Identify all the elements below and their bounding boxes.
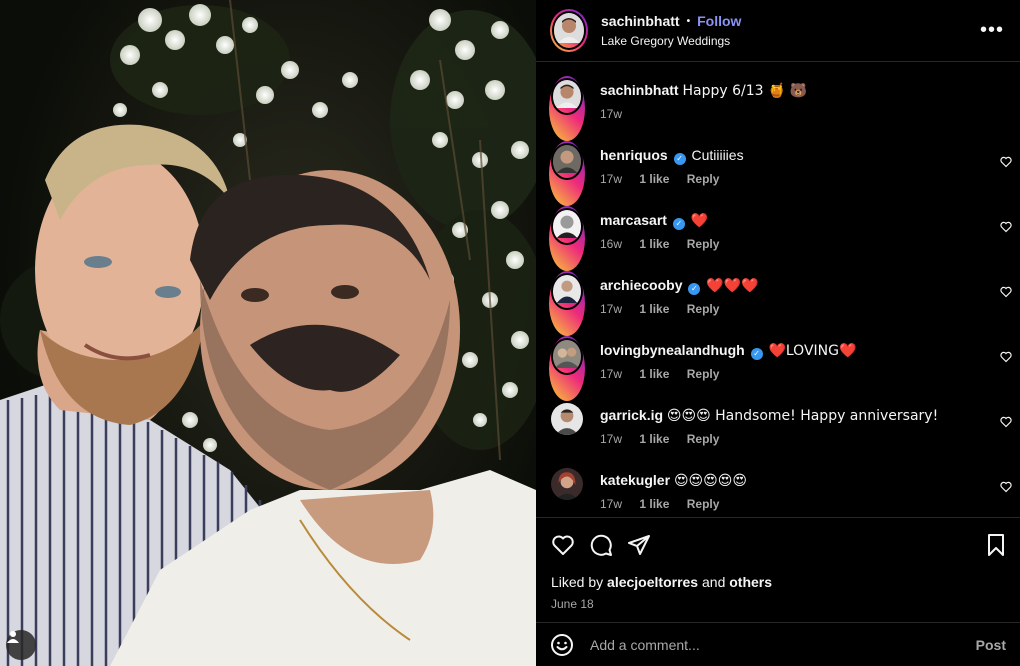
verified-badge-icon: ✓ xyxy=(750,348,763,360)
verified-badge-icon: ✓ xyxy=(673,153,686,165)
post-comment-button[interactable]: Post xyxy=(976,637,1006,653)
caption-avatar[interactable] xyxy=(549,76,585,141)
reply-button[interactable]: Reply xyxy=(687,302,720,316)
caption-text: Happy 6/13 🍯 🐻 xyxy=(682,83,808,99)
like-comment-heart-icon[interactable] xyxy=(1000,221,1012,233)
like-comment-heart-icon[interactable] xyxy=(1000,351,1012,363)
photo-illustration xyxy=(0,0,536,666)
separator-dot: • xyxy=(686,15,691,27)
comment-item: katekugler 😍😍😍😍😍 17w 1 like Reply xyxy=(536,466,1020,517)
reply-button[interactable]: Reply xyxy=(687,432,720,446)
comment-input[interactable] xyxy=(590,636,976,653)
avatar-image xyxy=(553,340,581,368)
like-comment-heart-icon[interactable] xyxy=(1000,481,1012,493)
comment-text: ❤️LOVING❤️ xyxy=(768,343,857,359)
follow-button[interactable]: Follow xyxy=(697,13,741,29)
comment-avatar[interactable] xyxy=(549,271,585,336)
like-comment-heart-icon[interactable] xyxy=(1000,286,1012,298)
add-comment-bar: Post xyxy=(536,622,1020,666)
comment-text: ❤️❤️❤️ xyxy=(706,278,759,294)
comment-item: henriquos ✓ Cutiiiiies 17w 1 like Reply xyxy=(536,141,1020,206)
reply-button[interactable]: Reply xyxy=(687,172,720,186)
comment-item: marcasart ✓ ❤️ 16w 1 like Reply xyxy=(536,206,1020,271)
comment-avatar[interactable] xyxy=(549,141,585,206)
save-bookmark-icon[interactable] xyxy=(984,533,1008,557)
avatar-image xyxy=(553,275,581,303)
emoji-picker-icon[interactable] xyxy=(550,633,574,657)
like-comment-heart-icon[interactable] xyxy=(1000,416,1012,428)
like-comment-heart-icon[interactable] xyxy=(1000,156,1012,168)
comment-avatar[interactable] xyxy=(549,336,585,401)
person-icon xyxy=(7,631,19,643)
avatar-image xyxy=(551,403,583,435)
avatar-image xyxy=(553,145,581,173)
post-photo[interactable] xyxy=(0,0,536,666)
avatar-image xyxy=(553,80,581,108)
comment-avatar[interactable] xyxy=(551,468,583,500)
liked-by-summary: Liked by alecjoeltorres and others xyxy=(551,574,1008,590)
avatar-image xyxy=(554,13,584,43)
reply-button[interactable]: Reply xyxy=(687,497,720,511)
comment-likes[interactable]: 1 like xyxy=(639,497,669,511)
comment-likes[interactable]: 1 like xyxy=(639,172,669,186)
post-location[interactable]: Lake Gregory Weddings xyxy=(601,34,980,48)
comment-text: Cutiiiiies xyxy=(691,147,744,163)
tagged-users-button[interactable] xyxy=(6,630,36,660)
reply-button[interactable]: Reply xyxy=(687,237,720,251)
comment-time[interactable]: 17w xyxy=(600,302,622,316)
comment-likes[interactable]: 1 like xyxy=(639,432,669,446)
comment-time[interactable]: 16w xyxy=(600,237,622,251)
comment-username[interactable]: garrick.ig xyxy=(600,407,663,423)
caption: sachinbhatt Happy 6/13 🍯 🐻 17w xyxy=(536,76,1020,141)
verified-badge-icon: ✓ xyxy=(672,218,685,230)
caption-time[interactable]: 17w xyxy=(600,107,622,121)
comment-avatar[interactable] xyxy=(549,206,585,271)
author-avatar[interactable] xyxy=(550,9,588,52)
liked-by-user[interactable]: alecjoeltorres xyxy=(607,574,698,590)
post-date[interactable]: June 18 xyxy=(551,597,1008,611)
comment-username[interactable]: henriquos xyxy=(600,147,668,163)
caption-username[interactable]: sachinbhatt xyxy=(600,82,679,98)
more-options-button[interactable]: ••• xyxy=(980,19,1006,42)
comment-username[interactable]: katekugler xyxy=(600,472,670,488)
comment-likes[interactable]: 1 like xyxy=(639,237,669,251)
liked-by-prefix: Liked by xyxy=(551,574,604,590)
comment-item: garrick.ig 😍😍😍 Handsome! Happy anniversa… xyxy=(536,401,1020,466)
post-side-panel: sachinbhatt • Follow Lake Gregory Weddin… xyxy=(536,0,1020,666)
comment-text: ❤️ xyxy=(690,213,709,229)
comments-list[interactable]: sachinbhatt Happy 6/13 🍯 🐻 17w henriquos… xyxy=(536,62,1020,517)
post-header: sachinbhatt • Follow Lake Gregory Weddin… xyxy=(536,0,1020,62)
comment-username[interactable]: archiecooby xyxy=(600,277,682,293)
comment-username[interactable]: lovingbynealandhugh xyxy=(600,342,745,358)
comment-time[interactable]: 17w xyxy=(600,497,622,511)
comment-text: 😍😍😍 Handsome! Happy anniversary! xyxy=(666,408,939,424)
comment-avatar[interactable] xyxy=(551,403,583,435)
avatar-image xyxy=(553,210,581,238)
comment-time[interactable]: 17w xyxy=(600,172,622,186)
share-paper-plane-icon[interactable] xyxy=(627,533,651,557)
comment-text: 😍😍😍😍😍 xyxy=(673,473,747,489)
author-username[interactable]: sachinbhatt xyxy=(601,13,680,29)
avatar-image xyxy=(551,468,583,500)
comment-likes[interactable]: 1 like xyxy=(639,367,669,381)
liked-by-others[interactable]: others xyxy=(729,574,772,590)
comment-username[interactable]: marcasart xyxy=(600,212,667,228)
like-heart-icon[interactable] xyxy=(551,533,575,557)
comment-bubble-icon[interactable] xyxy=(589,533,613,557)
reply-button[interactable]: Reply xyxy=(687,367,720,381)
comment-time[interactable]: 17w xyxy=(600,367,622,381)
liked-by-and: and xyxy=(702,574,726,590)
post-modal: sachinbhatt • Follow Lake Gregory Weddin… xyxy=(0,0,1020,666)
comment-time[interactable]: 17w xyxy=(600,432,622,446)
comment-item: archiecooby ✓ ❤️❤️❤️ 17w 1 like Reply xyxy=(536,271,1020,336)
comment-likes[interactable]: 1 like xyxy=(639,302,669,316)
verified-badge-icon: ✓ xyxy=(688,283,701,295)
comment-item: lovingbynealandhugh ✓ ❤️LOVING❤️ 17w 1 l… xyxy=(536,336,1020,401)
